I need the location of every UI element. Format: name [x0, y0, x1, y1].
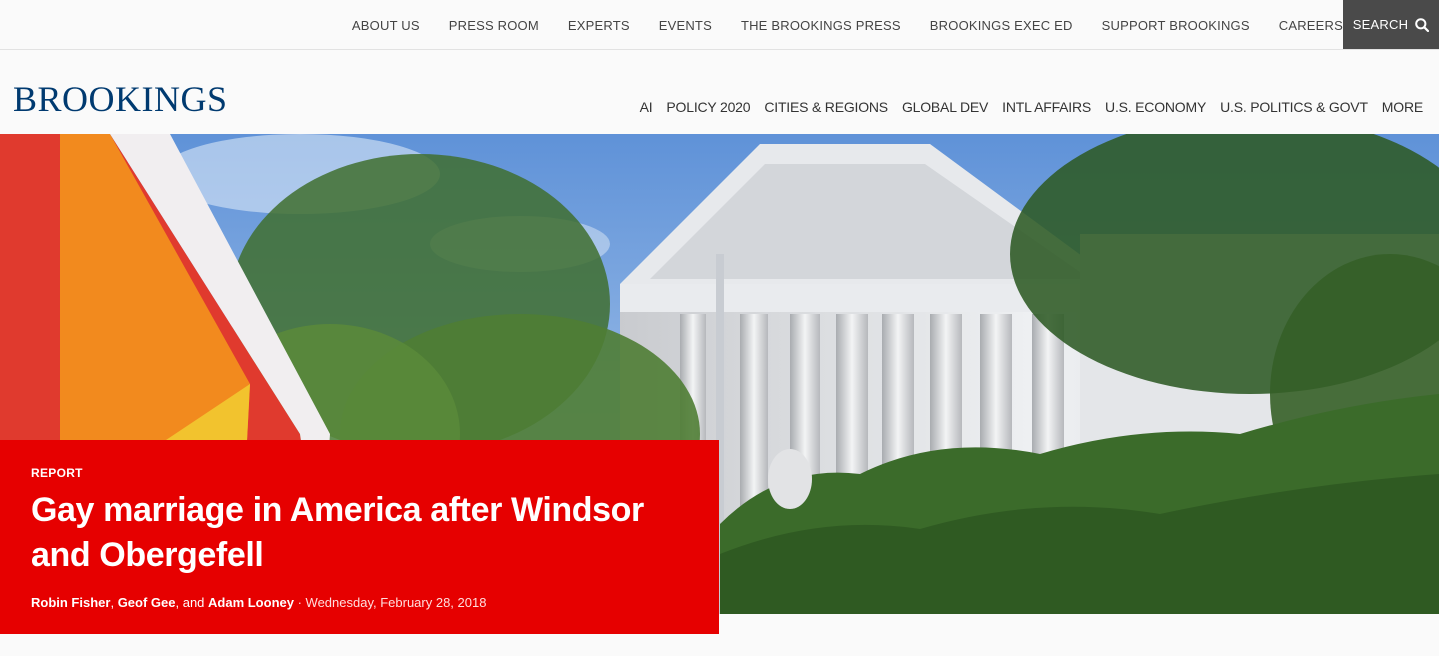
search-label: SEARCH: [1352, 17, 1409, 32]
main-nav: AI POLICY 2020 CITIES & REGIONS GLOBAL D…: [626, 99, 1424, 115]
hero-card[interactable]: REPORT Gay marriage in America after Win…: [0, 440, 719, 634]
utility-link-about-us[interactable]: ABOUT US: [352, 18, 420, 33]
nav-ai[interactable]: AI: [640, 99, 653, 115]
author-separator: ,: [110, 595, 118, 610]
utility-link-experts[interactable]: EXPERTS: [568, 18, 630, 33]
hero-title[interactable]: Gay marriage in America after Windsor an…: [31, 488, 688, 578]
utility-link-careers[interactable]: CAREERS: [1279, 18, 1343, 33]
search-icon: [1415, 17, 1430, 32]
nav-global-dev[interactable]: GLOBAL DEV: [902, 99, 988, 115]
meta-separator: ·: [293, 595, 306, 610]
nav-us-economy[interactable]: U.S. ECONOMY: [1105, 99, 1206, 115]
publish-date: Wednesday, February 28, 2018: [305, 595, 487, 610]
utility-link-brookings-press[interactable]: THE BROOKINGS PRESS: [741, 18, 901, 33]
nav-cities-regions[interactable]: CITIES & REGIONS: [764, 99, 888, 115]
nav-us-politics[interactable]: U.S. POLITICS & GOVT: [1220, 99, 1368, 115]
brookings-logo[interactable]: BROOKINGS: [13, 81, 228, 117]
hero-byline: Robin Fisher, Geof Gee, and Adam Looney …: [31, 595, 688, 610]
main-header: BROOKINGS AI POLICY 2020 CITIES & REGION…: [0, 50, 1439, 132]
author-link[interactable]: Geof Gee: [118, 595, 176, 610]
nav-policy-2020[interactable]: POLICY 2020: [666, 99, 750, 115]
utility-link-exec-ed[interactable]: BROOKINGS EXEC ED: [930, 18, 1073, 33]
utility-bar: ABOUT US PRESS ROOM EXPERTS EVENTS THE B…: [0, 0, 1439, 50]
utility-link-press-room[interactable]: PRESS ROOM: [449, 18, 539, 33]
author-link[interactable]: Robin Fisher: [31, 595, 110, 610]
author-separator: , and: [175, 595, 209, 610]
nav-more[interactable]: MORE: [1382, 99, 1423, 115]
utility-nav: ABOUT US PRESS ROOM EXPERTS EVENTS THE B…: [323, 0, 1343, 50]
utility-link-events[interactable]: EVENTS: [659, 18, 712, 33]
author-link[interactable]: Adam Looney: [208, 595, 294, 610]
utility-link-support[interactable]: SUPPORT BROOKINGS: [1102, 18, 1250, 33]
search-button[interactable]: SEARCH: [1343, 0, 1439, 49]
content-type-label: REPORT: [31, 466, 83, 480]
nav-intl-affairs[interactable]: INTL AFFAIRS: [1002, 99, 1091, 115]
